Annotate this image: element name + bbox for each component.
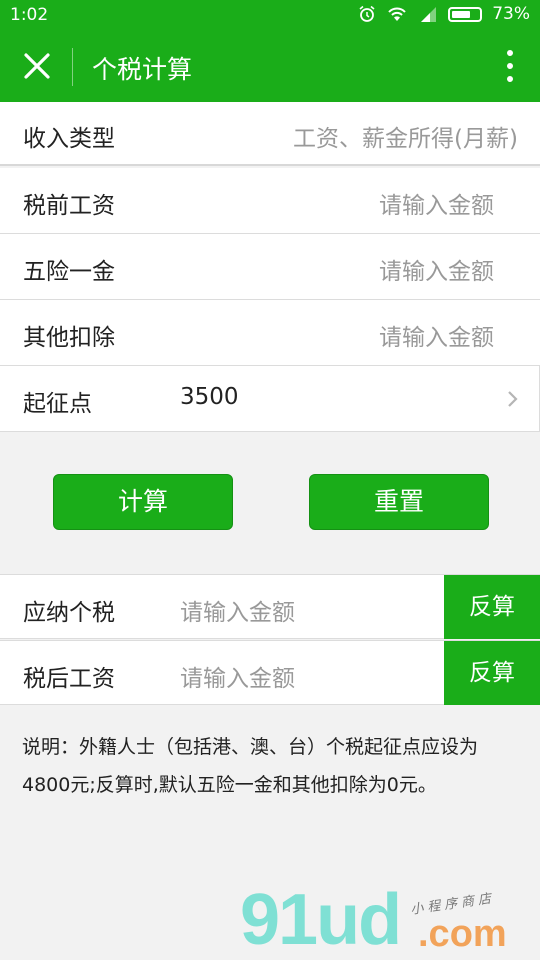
threshold-label: 起征点: [23, 391, 92, 417]
watermark-domain: .com: [418, 913, 507, 955]
watermark-brand: 91ud: [240, 880, 402, 960]
reset-button[interactable]: 重置: [309, 474, 489, 530]
status-time: 1:02: [10, 5, 49, 25]
threshold-value: 3500: [180, 384, 239, 410]
salary-row: 税前工资 请输入金额: [0, 168, 540, 234]
watermark: 91ud 小程序商店 .com: [240, 880, 540, 960]
insurance-row: 五险一金 请输入金额: [0, 234, 540, 300]
note-text: 说明：外籍人士（包括港、澳、台）个税起征点应设为4800元;反算时,默认五险一金…: [22, 736, 479, 796]
income-type-label: 收入类型: [23, 126, 115, 152]
tax-input[interactable]: 请输入金额: [180, 593, 295, 627]
net-salary-input[interactable]: 请输入金额: [180, 659, 295, 693]
net-reverse-button[interactable]: 反算: [444, 641, 540, 705]
app-bar: 个税计算: [0, 32, 540, 102]
alarm-icon: [359, 5, 375, 22]
other-deduction-input[interactable]: 请输入金额: [379, 318, 494, 352]
close-icon[interactable]: [20, 49, 54, 83]
more-icon[interactable]: [506, 50, 514, 84]
tax-label: 应纳个税: [23, 600, 115, 626]
threshold-row[interactable]: 起征点 3500: [0, 366, 540, 432]
calculate-button[interactable]: 计算: [53, 474, 233, 530]
chevron-right-icon: [508, 391, 518, 407]
signal-icon: [421, 7, 437, 22]
net-salary-row: 税后工资 请输入金额 反算: [0, 640, 540, 705]
other-deduction-row: 其他扣除 请输入金额: [0, 300, 540, 366]
battery-percent: 73%: [492, 4, 530, 24]
insurance-label: 五险一金: [23, 259, 115, 285]
battery-icon: [448, 6, 483, 22]
page-title: 个税计算: [92, 55, 193, 84]
status-bar: 1:02 73%: [0, 0, 540, 32]
net-salary-label: 税后工资: [23, 666, 115, 692]
income-type-row[interactable]: 收入类型 工资、薪金所得(月薪): [0, 102, 540, 166]
insurance-input[interactable]: 请输入金额: [379, 252, 494, 286]
tax-reverse-button[interactable]: 反算: [444, 575, 540, 639]
other-deduction-label: 其他扣除: [23, 325, 115, 351]
tax-result-row: 应纳个税 请输入金额 反算: [0, 574, 540, 639]
income-type-value: 工资、薪金所得(月薪): [293, 126, 518, 152]
salary-input[interactable]: 请输入金额: [379, 186, 494, 220]
salary-label: 税前工资: [23, 193, 115, 219]
wifi-icon: [388, 7, 406, 21]
divider: [72, 48, 73, 86]
